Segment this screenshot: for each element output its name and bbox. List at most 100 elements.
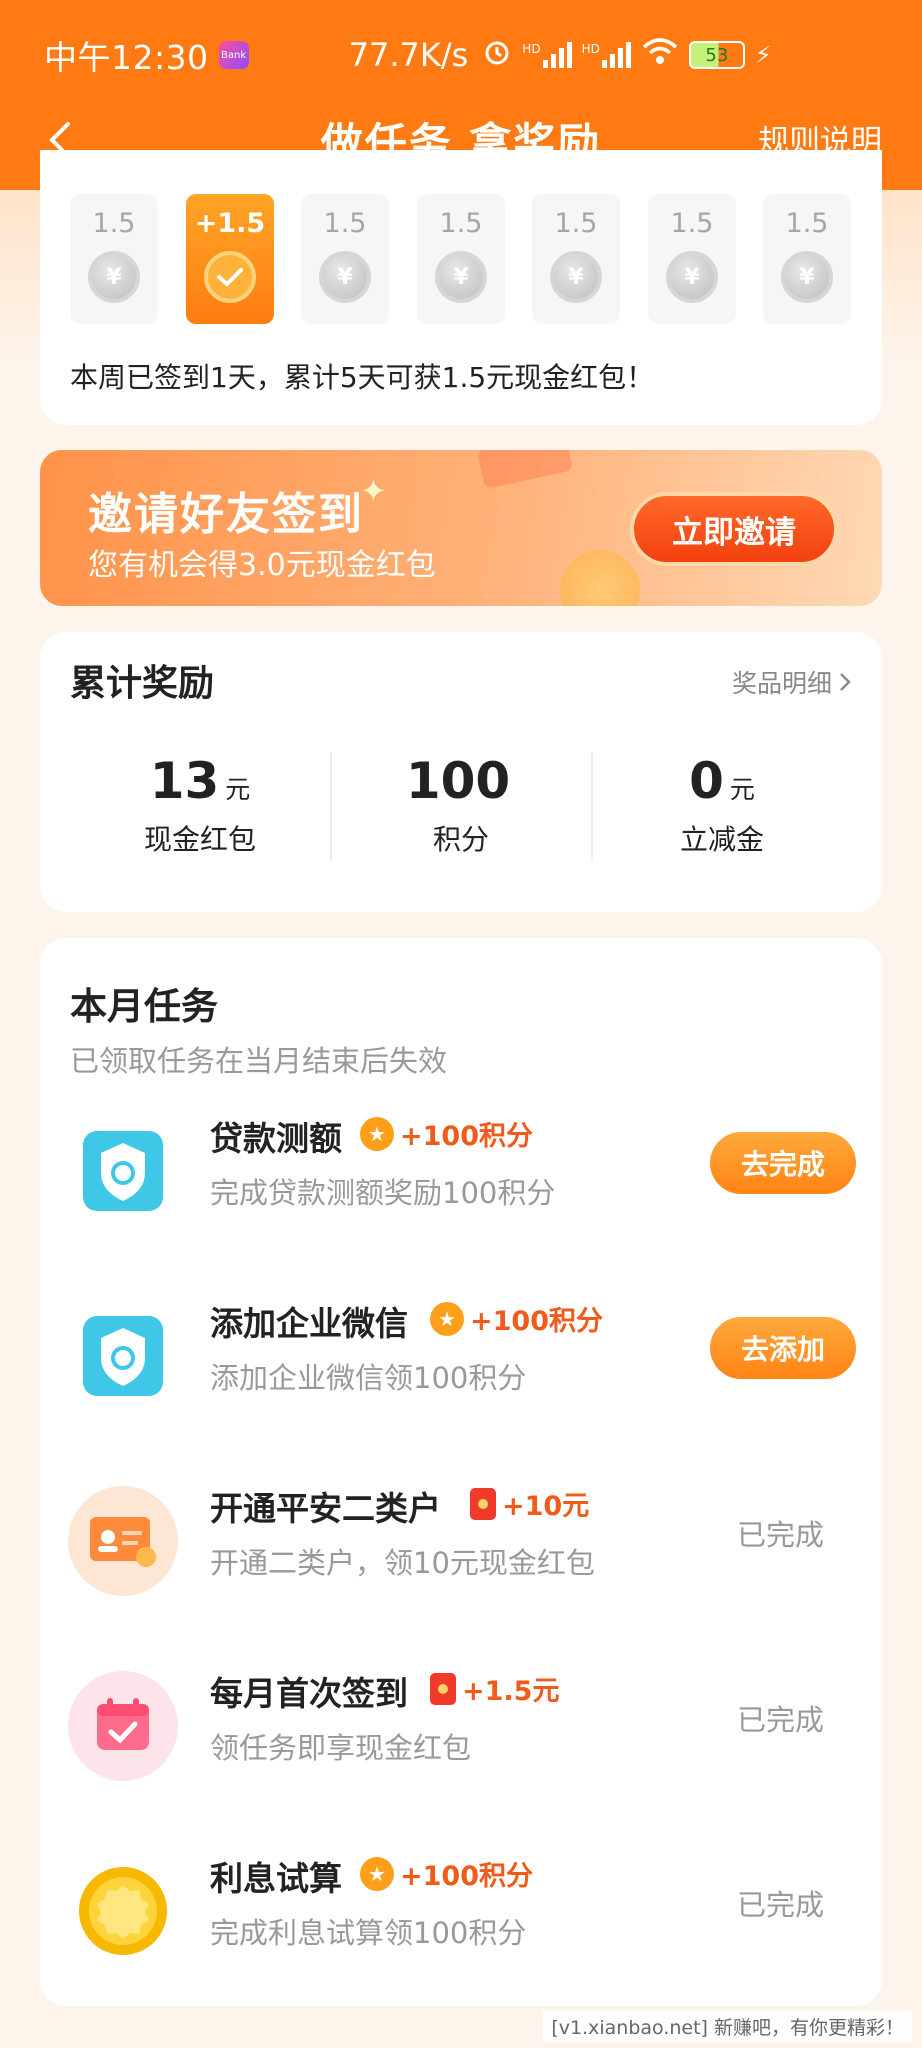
reward-points[interactable]: 100 积分 bbox=[331, 752, 591, 858]
reward-discount[interactable]: 0元 立减金 bbox=[592, 752, 852, 858]
task-item: 利息试算 ★ +100积分 完成利息试算领100积分 已完成 bbox=[40, 1828, 882, 1978]
task-item: 每月首次签到 +1.5元 领任务即享现金红包 已完成 bbox=[40, 1643, 882, 1793]
battery-icon: 53 bbox=[688, 41, 745, 69]
shield-icon bbox=[68, 1301, 178, 1411]
sparkle-icon: ✦ bbox=[360, 472, 387, 510]
checkin-day-amount: 1.5 bbox=[554, 208, 598, 239]
signal-2-icon: HD bbox=[582, 42, 631, 68]
reward-value: 0元 bbox=[592, 752, 852, 810]
reward-number: 0 bbox=[689, 752, 724, 810]
status-icons: HD HD 53 ⚡ bbox=[482, 37, 772, 73]
task-reward: ★ +100积分 bbox=[360, 1114, 533, 1153]
task-description: 领任务即享现金红包 bbox=[210, 1731, 472, 1765]
gold-coin-icon bbox=[68, 1856, 178, 1966]
reward-label: 现金红包 bbox=[143, 823, 256, 856]
checkin-day: 1.5 ¥ bbox=[70, 194, 158, 324]
hd-label: HD bbox=[581, 42, 600, 56]
task-add-button[interactable]: 去添加 bbox=[710, 1317, 856, 1379]
task-description: 完成利息试算领100积分 bbox=[210, 1916, 527, 1950]
reward-cash[interactable]: 13 元 现金红包 bbox=[70, 752, 330, 858]
checkin-day-amount: 1.5 bbox=[92, 208, 136, 239]
id-card-icon bbox=[68, 1486, 178, 1596]
reward-number: 100 bbox=[405, 752, 511, 810]
yuan-coin-icon: ¥ bbox=[88, 251, 140, 303]
yuan-coin-icon: ¥ bbox=[550, 251, 602, 303]
reward-unit: 元 bbox=[729, 775, 755, 804]
wifi-icon bbox=[641, 37, 679, 73]
task-item: 贷款测额 ★ +100积分 完成贷款测额奖励100积分 去完成 bbox=[40, 1088, 882, 1238]
chevron-right-icon bbox=[840, 673, 851, 691]
prize-details-label: 奖品明细 bbox=[731, 669, 832, 698]
checkin-day-amount: 1.5 bbox=[670, 208, 714, 239]
charging-icon: ⚡ bbox=[754, 41, 772, 69]
task-name: 添加企业微信 bbox=[210, 1304, 408, 1343]
task-item: 添加企业微信 ★ +100积分 添加企业微信领100积分 去添加 bbox=[40, 1273, 882, 1423]
task-description: 开通二类户，领10元现金红包 bbox=[210, 1546, 595, 1580]
invite-button[interactable]: 立即邀请 bbox=[630, 492, 838, 566]
checkin-day-amount: 1.5 bbox=[439, 208, 483, 239]
task-name: 每月首次签到 bbox=[210, 1674, 408, 1713]
star-badge-icon: ★ bbox=[360, 1116, 394, 1151]
yuan-coin-icon: ¥ bbox=[319, 251, 371, 303]
checkin-day: 1.5 ¥ bbox=[532, 194, 620, 324]
tasks-card: 本月任务 已领取任务在当月结束后失效 贷款测额 ★ +100积分 完成贷款测额奖… bbox=[40, 938, 882, 2006]
task-description: 添加企业微信领100积分 bbox=[210, 1361, 527, 1395]
prize-details-link[interactable]: 奖品明细 bbox=[732, 664, 852, 700]
invite-banner[interactable]: 邀请好友签到 ✦ 您有机会得3.0元现金红包 立即邀请 bbox=[40, 450, 882, 606]
alarm-icon bbox=[482, 37, 512, 73]
coin-decoration bbox=[560, 550, 640, 606]
network-speed: 77.7K/s bbox=[348, 36, 469, 74]
task-complete-button[interactable]: 去完成 bbox=[710, 1132, 856, 1194]
checkin-day: 1.5 ¥ bbox=[763, 194, 851, 324]
invite-title: 邀请好友签到 bbox=[88, 489, 364, 540]
shield-icon bbox=[68, 1116, 178, 1226]
reward-unit: 元 bbox=[225, 775, 251, 804]
red-envelope-icon bbox=[430, 1672, 456, 1705]
reward-label: 积分 bbox=[432, 823, 489, 856]
task-reward-text: +100积分 bbox=[400, 1861, 533, 1892]
rewards-card: 累计奖励 奖品明细 13 元 现金红包 100 积分 0元 立减金 bbox=[40, 632, 882, 912]
reward-value: 13 元 bbox=[70, 752, 330, 810]
task-reward: +1.5元 bbox=[430, 1669, 559, 1708]
tasks-title: 本月任务 bbox=[70, 985, 218, 1028]
checkin-day: 1.5 ¥ bbox=[648, 194, 736, 324]
checkin-days: 1.5 ¥ +1.5 1.5 ¥1.5 ¥1.5 ¥1.5 ¥1.5 ¥ bbox=[70, 194, 860, 324]
checkin-card: 1.5 ¥ +1.5 1.5 ¥1.5 ¥1.5 ¥1.5 ¥1.5 ¥ 本周已签到1天，累计5… bbox=[40, 150, 882, 425]
status-time: 中午12:30 bbox=[44, 38, 209, 77]
task-reward-text: +100积分 bbox=[400, 1121, 533, 1152]
task-status-completed: 已完成 bbox=[736, 1703, 824, 1737]
red-envelope-decoration bbox=[476, 450, 574, 489]
task-reward-text: +100积分 bbox=[470, 1306, 603, 1337]
star-badge-icon: ★ bbox=[360, 1856, 394, 1891]
task-description: 完成贷款测额奖励100积分 bbox=[210, 1176, 556, 1210]
task-reward: +10元 bbox=[470, 1484, 589, 1523]
checkin-day: 1.5 ¥ bbox=[417, 194, 505, 324]
task-name: 利息试算 bbox=[210, 1859, 342, 1898]
checkin-day-amount: 1.5 bbox=[785, 208, 829, 239]
invite-subtitle: 您有机会得3.0元现金红包 bbox=[88, 548, 436, 583]
yuan-coin-icon: ¥ bbox=[781, 251, 833, 303]
calendar-check-icon bbox=[68, 1671, 178, 1781]
yuan-coin-icon: ¥ bbox=[666, 251, 718, 303]
task-reward: ★ +100积分 bbox=[430, 1299, 603, 1338]
task-status-completed: 已完成 bbox=[736, 1518, 824, 1552]
task-name: 贷款测额 bbox=[210, 1119, 342, 1158]
checkin-summary: 本周已签到1天，累计5天可获1.5元现金红包！ bbox=[70, 361, 655, 394]
reward-number: 13 bbox=[149, 752, 220, 810]
checkin-day: +1.5 bbox=[186, 194, 274, 324]
yuan-coin-icon: ¥ bbox=[435, 251, 487, 303]
task-item: 开通平安二类户 +10元 开通二类户，领10元现金红包 已完成 bbox=[40, 1458, 882, 1608]
check-coin-icon bbox=[204, 251, 256, 303]
watermark: [v1.xianbao.net] 新赚吧，有你更精彩！ bbox=[543, 2011, 912, 2042]
task-status-completed: 已完成 bbox=[736, 1888, 824, 1922]
signal-1-icon: HD bbox=[522, 42, 572, 68]
checkin-day-amount: +1.5 bbox=[194, 208, 266, 239]
reward-label: 立减金 bbox=[679, 823, 764, 856]
task-reward-text: +1.5元 bbox=[462, 1676, 560, 1707]
task-name: 开通平安二类户 bbox=[210, 1489, 441, 1528]
checkin-day-amount: 1.5 bbox=[323, 208, 367, 239]
checkin-day: 1.5 ¥ bbox=[301, 194, 389, 324]
task-reward-text: +10元 bbox=[502, 1491, 590, 1522]
tasks-subtitle: 已领取任务在当月结束后失效 bbox=[70, 1044, 448, 1078]
rewards-title: 累计奖励 bbox=[70, 663, 215, 704]
